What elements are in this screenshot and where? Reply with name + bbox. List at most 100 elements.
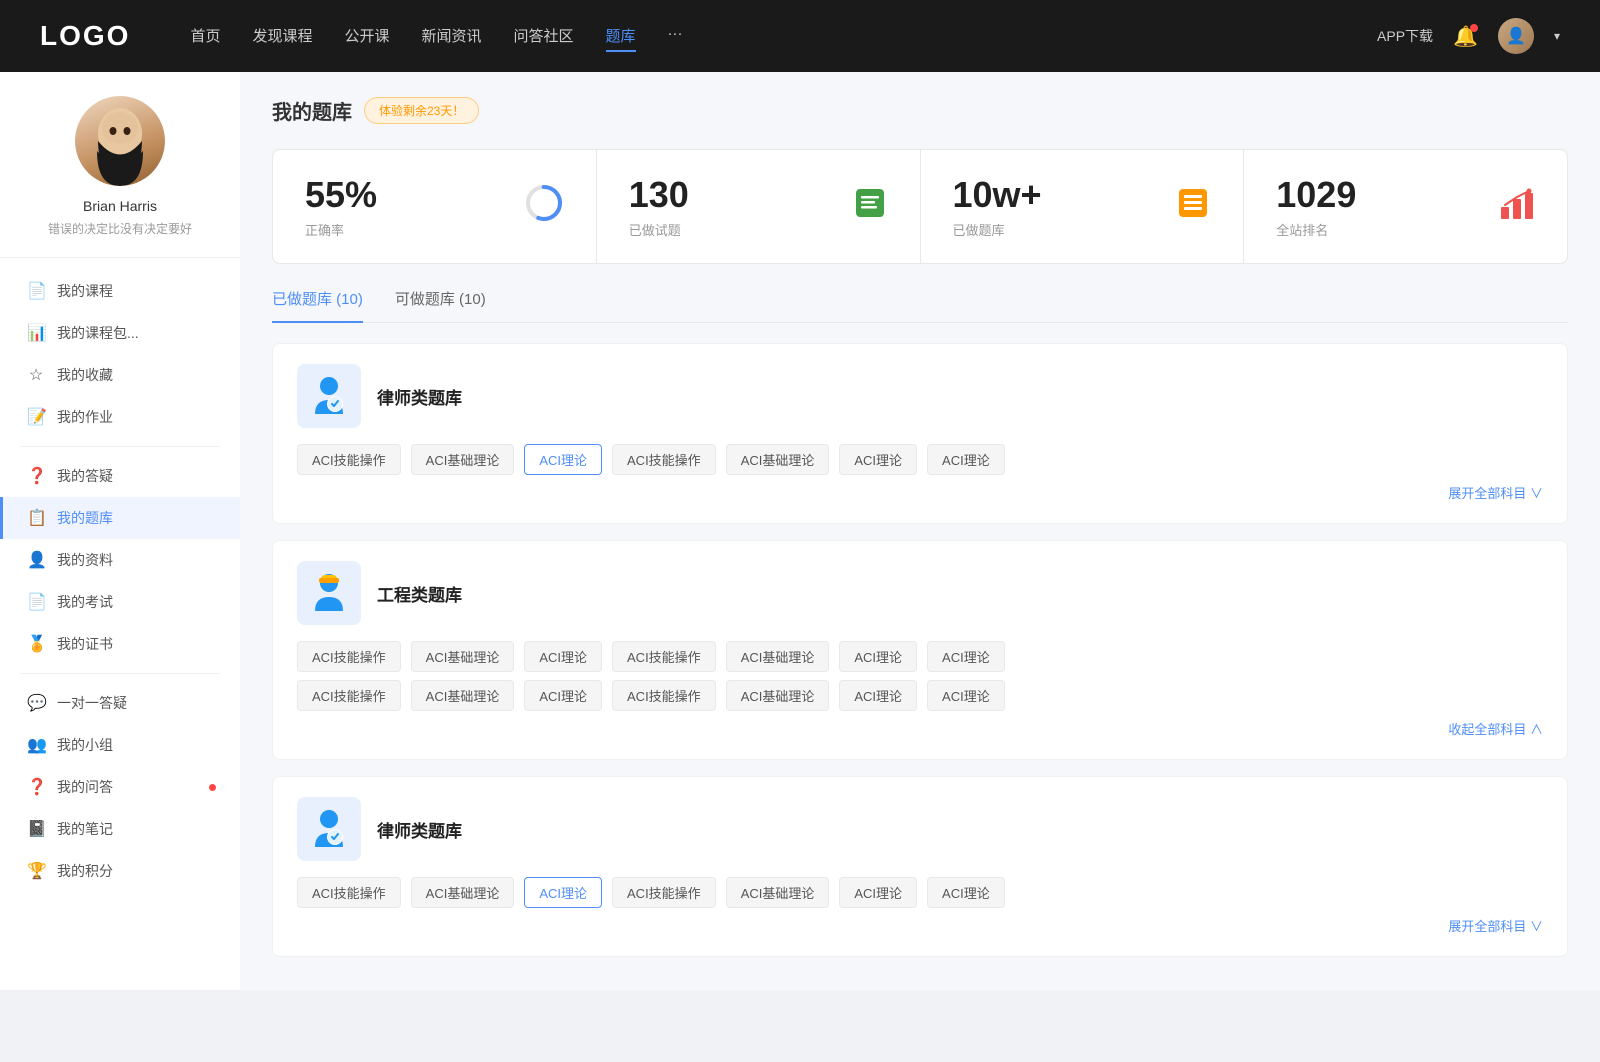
card-lawyer-2-tags: ACI技能操作 ACI基础理论 ACI理论 ACI技能操作 ACI基础理论 AC…: [297, 877, 1543, 908]
user-dropdown-arrow[interactable]: ▾: [1554, 29, 1560, 43]
tag-eng-1[interactable]: ACI基础理论: [411, 641, 515, 672]
stat-done-banks-value: 10w+: [953, 174, 1160, 216]
sidebar-item-notes[interactable]: 📓 我的笔记: [0, 808, 240, 850]
collapse-engineer-btn[interactable]: 收起全部科目 ∧: [1448, 722, 1543, 737]
nav-right: APP下载 🔔 👤 ▾: [1377, 18, 1560, 54]
tag-lawyer1-0[interactable]: ACI技能操作: [297, 444, 401, 475]
nav-home[interactable]: 首页: [190, 21, 220, 52]
expand-lawyer-1-btn[interactable]: 展开全部科目 ∨: [1448, 486, 1543, 501]
page-title: 我的题库: [272, 96, 352, 125]
user-avatar[interactable]: 👤: [1498, 18, 1534, 54]
sidebar-item-points[interactable]: 🏆 我的积分: [0, 850, 240, 892]
exam-icon: 📄: [27, 592, 45, 612]
tag-eng-4[interactable]: ACI基础理论: [726, 641, 830, 672]
lawyer-svg-2: [305, 805, 353, 853]
tag-lawyer2-6[interactable]: ACI理论: [927, 877, 1005, 908]
notification-bell[interactable]: 🔔: [1453, 24, 1478, 49]
sidebar-item-exam[interactable]: 📄 我的考试: [0, 581, 240, 623]
tag-lawyer2-3[interactable]: ACI技能操作: [612, 877, 716, 908]
card-engineer-tags-row2: ACI技能操作 ACI基础理论 ACI理论 ACI技能操作 ACI基础理论 AC…: [297, 680, 1543, 711]
card-lawyer-2-icon: [297, 797, 361, 861]
sidebar-item-profile[interactable]: 👤 我的资料: [0, 539, 240, 581]
card-lawyer-2-header: 律师类题库: [297, 797, 1543, 861]
tag-eng2-6[interactable]: ACI理论: [927, 680, 1005, 711]
tag-lawyer1-1[interactable]: ACI基础理论: [411, 444, 515, 475]
sidebar-profile: Brian Harris 错误的决定比没有决定要好: [0, 96, 240, 258]
nav-courses[interactable]: 发现课程: [252, 21, 312, 52]
nav-open-course[interactable]: 公开课: [344, 21, 389, 52]
nav-qa[interactable]: 问答社区: [514, 21, 574, 52]
tag-eng-2[interactable]: ACI理论: [524, 641, 602, 672]
sidebar-item-qa[interactable]: ❓ 我的答疑: [0, 455, 240, 497]
sidebar-divider-1: [20, 446, 220, 447]
sidebar-item-quiz-bank[interactable]: 📋 我的题库: [0, 497, 240, 539]
tag-eng2-5[interactable]: ACI理论: [839, 680, 917, 711]
stat-accuracy-icon: [524, 183, 564, 230]
sidebar-item-certificate[interactable]: 🏅 我的证书: [0, 623, 240, 665]
tag-lawyer2-0[interactable]: ACI技能操作: [297, 877, 401, 908]
sidebar-item-course-package[interactable]: 📊 我的课程包...: [0, 312, 240, 354]
card-lawyer-1: 律师类题库 ACI技能操作 ACI基础理论 ACI理论 ACI技能操作 ACI基…: [272, 343, 1568, 524]
expand-lawyer-2-btn[interactable]: 展开全部科目 ∨: [1448, 919, 1543, 934]
app-download-btn[interactable]: APP下载: [1377, 26, 1433, 46]
tag-eng-5[interactable]: ACI理论: [839, 641, 917, 672]
tag-lawyer2-2[interactable]: ACI理论: [524, 877, 602, 908]
stat-done-banks-label: 已做题库: [953, 220, 1160, 239]
card-lawyer-1-footer: 展开全部科目 ∨: [297, 483, 1543, 503]
nav-news[interactable]: 新闻资讯: [422, 21, 482, 52]
stats-row: 55% 正确率 130 已做试题: [272, 149, 1568, 264]
avatar: [75, 96, 165, 186]
tag-eng2-2[interactable]: ACI理论: [524, 680, 602, 711]
tag-eng-6[interactable]: ACI理论: [927, 641, 1005, 672]
homework-icon: 📝: [27, 407, 45, 427]
sidebar-item-one-on-one[interactable]: 💬 一对一答疑: [0, 682, 240, 724]
stat-rank-icon: [1499, 185, 1535, 228]
tag-lawyer2-4[interactable]: ACI基础理论: [726, 877, 830, 908]
stat-rank-value: 1029: [1276, 174, 1483, 216]
sidebar-item-my-qa[interactable]: ❓ 我的问答: [0, 766, 240, 808]
sidebar-item-homework[interactable]: 📝 我的作业: [0, 396, 240, 438]
tag-lawyer1-5[interactable]: ACI理论: [839, 444, 917, 475]
stat-rank-label: 全站排名: [1276, 220, 1483, 239]
sidebar-item-my-course[interactable]: 📄 我的课程: [0, 270, 240, 312]
engineer-svg: [305, 569, 353, 617]
tag-eng2-3[interactable]: ACI技能操作: [612, 680, 716, 711]
sidebar: Brian Harris 错误的决定比没有决定要好 📄 我的课程 📊 我的课程包…: [0, 72, 240, 990]
tag-lawyer2-5[interactable]: ACI理论: [839, 877, 917, 908]
card-engineer-title: 工程类题库: [377, 581, 462, 606]
stat-rank-content: 1029 全站排名: [1276, 174, 1483, 239]
course-package-icon: 📊: [27, 323, 45, 343]
sidebar-item-group[interactable]: 👥 我的小组: [0, 724, 240, 766]
tab-done-banks[interactable]: 已做题库 (10): [272, 288, 363, 323]
stat-done-banks-icon: [1175, 185, 1211, 228]
tag-eng2-0[interactable]: ACI技能操作: [297, 680, 401, 711]
my-qa-dot: [209, 784, 216, 791]
nav-more[interactable]: ···: [668, 21, 683, 52]
card-engineer: 工程类题库 ACI技能操作 ACI基础理论 ACI理论 ACI技能操作 ACI基…: [272, 540, 1568, 760]
main-content: 我的题库 体验剩余23天！ 55% 正确率 130: [240, 72, 1600, 990]
tag-eng2-4[interactable]: ACI基础理论: [726, 680, 830, 711]
topnav: LOGO 首页 发现课程 公开课 新闻资讯 问答社区 题库 ··· APP下载 …: [0, 0, 1600, 72]
tag-lawyer1-3[interactable]: ACI技能操作: [612, 444, 716, 475]
tag-eng-3[interactable]: ACI技能操作: [612, 641, 716, 672]
card-lawyer-1-title: 律师类题库: [377, 384, 462, 409]
tab-available-banks[interactable]: 可做题库 (10): [395, 288, 486, 323]
tag-eng2-1[interactable]: ACI基础理论: [411, 680, 515, 711]
card-engineer-footer: 收起全部科目 ∧: [297, 719, 1543, 739]
sidebar-menu: 📄 我的课程 📊 我的课程包... ☆ 我的收藏 📝 我的作业 ❓ 我的答疑 �: [0, 258, 240, 904]
card-lawyer-2: 律师类题库 ACI技能操作 ACI基础理论 ACI理论 ACI技能操作 ACI基…: [272, 776, 1568, 957]
tag-lawyer1-6[interactable]: ACI理论: [927, 444, 1005, 475]
stat-rank: 1029 全站排名: [1244, 150, 1567, 263]
tag-lawyer1-4[interactable]: ACI基础理论: [726, 444, 830, 475]
sidebar-item-favorites[interactable]: ☆ 我的收藏: [0, 354, 240, 396]
nav-quiz[interactable]: 题库: [606, 21, 636, 52]
tag-lawyer2-1[interactable]: ACI基础理论: [411, 877, 515, 908]
card-engineer-tags-row1: ACI技能操作 ACI基础理论 ACI理论 ACI技能操作 ACI基础理论 AC…: [297, 641, 1543, 672]
trial-badge: 体验剩余23天！: [364, 97, 479, 124]
tag-eng-0[interactable]: ACI技能操作: [297, 641, 401, 672]
stat-done-questions-label: 已做试题: [629, 220, 836, 239]
stat-done-questions: 130 已做试题: [597, 150, 920, 263]
notes-icon: 📓: [27, 819, 45, 839]
tag-lawyer1-2[interactable]: ACI理论: [524, 444, 602, 475]
sidebar-motto: 错误的决定比没有决定要好: [48, 220, 192, 237]
